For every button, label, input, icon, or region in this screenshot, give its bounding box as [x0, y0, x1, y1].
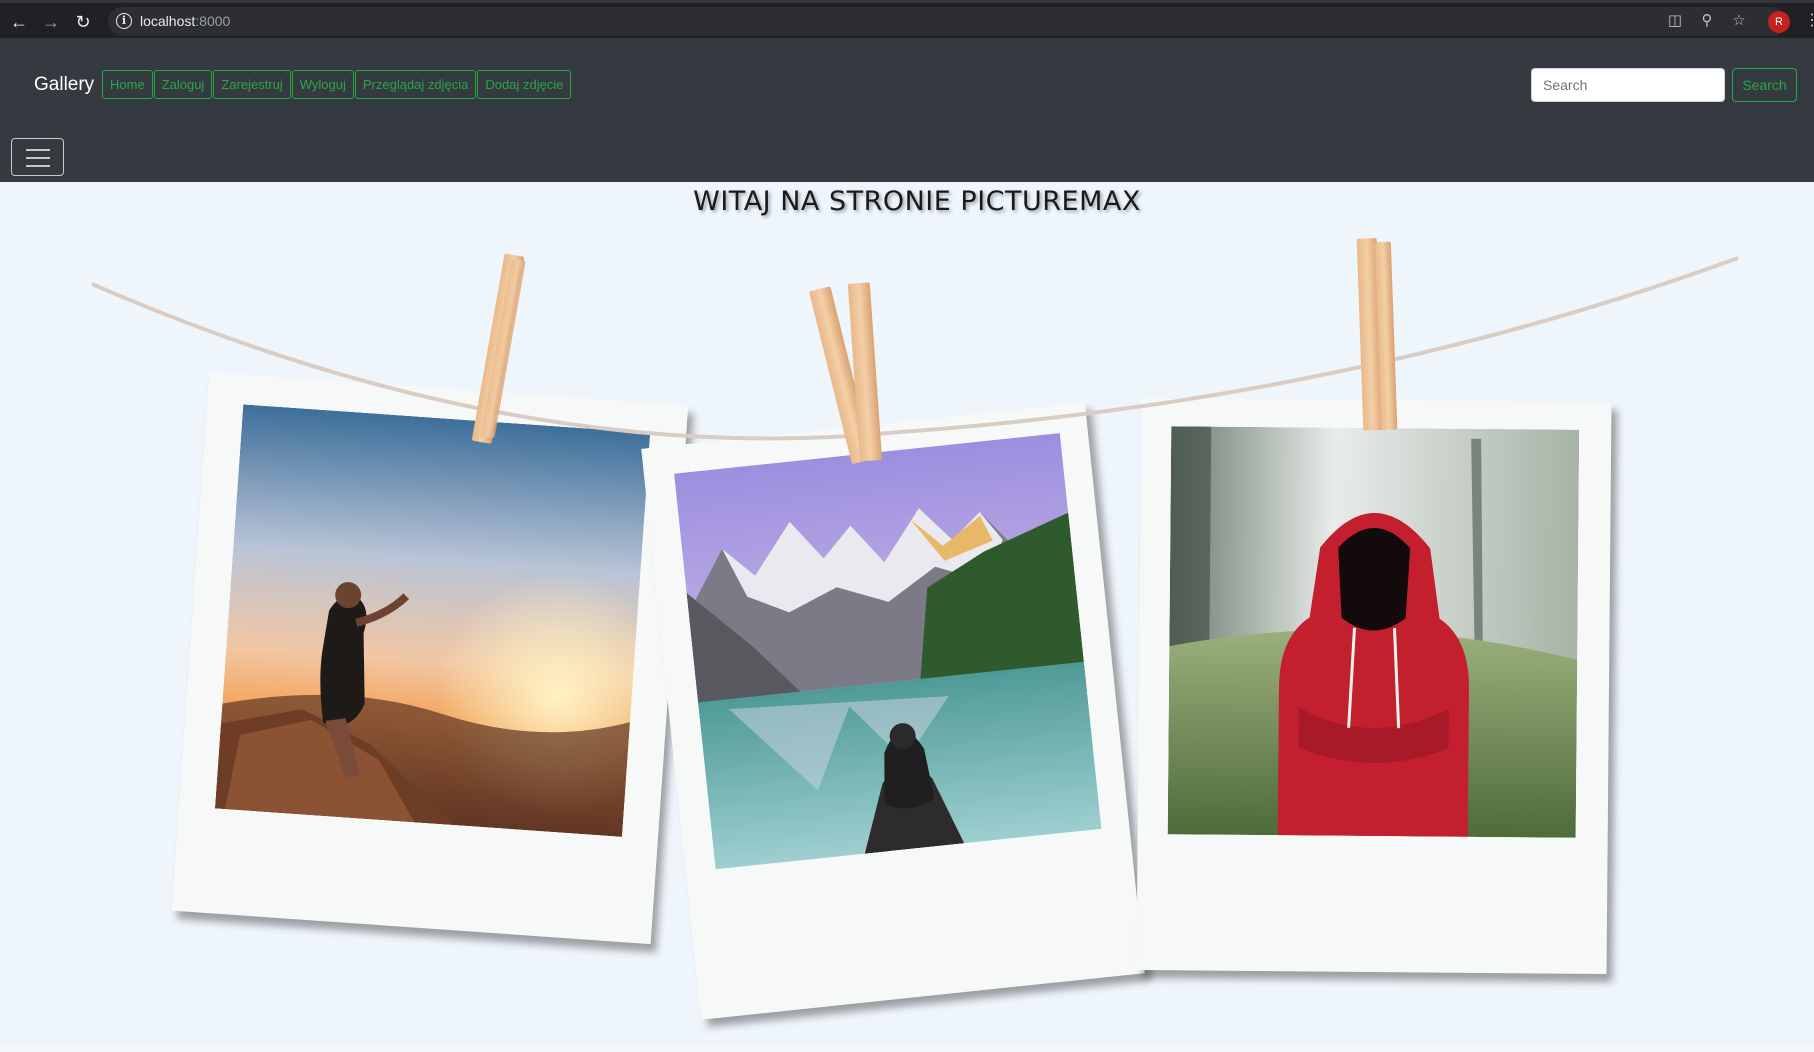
address-bar[interactable]: i localhost:8000	[108, 7, 1786, 36]
reload-icon[interactable]: ↻	[72, 11, 94, 33]
search-input[interactable]: Search	[1531, 68, 1725, 102]
browser-toolbar: ← → ↻ i localhost:8000 ◫ ⚲ ☆ R ⋮	[0, 0, 1814, 38]
hamburger-icon-line	[26, 165, 50, 167]
nav-home-button[interactable]: Home	[102, 70, 153, 99]
page-bottom	[0, 1044, 1814, 1052]
gallery-photo-card-3[interactable]	[1136, 397, 1612, 975]
app-navbar: Gallery Home Zaloguj Zarejestruj Wyloguj…	[0, 38, 1814, 182]
nav-logout-button[interactable]: Wyloguj	[291, 70, 354, 99]
hamburger-icon-line	[26, 157, 50, 159]
translate-icon[interactable]: ◫	[1665, 11, 1685, 31]
photo-sunset	[214, 404, 651, 837]
back-icon[interactable]: ←	[8, 11, 30, 33]
nav-register-button[interactable]: Zarejestruj	[213, 70, 291, 99]
nav-add-photo-button[interactable]: Dodaj zdjęcie	[477, 70, 572, 99]
photo-red-hoodie	[1167, 426, 1580, 838]
nav-browse-photos-button[interactable]: Przeglądaj zdjęcia	[354, 70, 477, 99]
nav-links: Home Zaloguj Zarejestruj Wyloguj Przeglą…	[102, 70, 572, 99]
photo-sunset-image	[214, 404, 651, 837]
url-text: localhost:8000	[140, 13, 231, 29]
navbar-toggler-button[interactable]	[11, 138, 64, 176]
bookmark-star-icon[interactable]: ☆	[1729, 11, 1749, 31]
brand-link[interactable]: Gallery	[34, 74, 94, 96]
hamburger-icon	[26, 149, 50, 151]
search-button[interactable]: Search	[1732, 68, 1797, 102]
photo-mountain-lake	[673, 433, 1102, 870]
nav-login-button[interactable]: Zaloguj	[153, 70, 213, 99]
photo-red-hoodie-image	[1167, 426, 1580, 838]
browser-menu-icon[interactable]: ⋮	[1804, 11, 1814, 31]
gallery-photo-card-2[interactable]	[641, 402, 1145, 1020]
zoom-icon[interactable]: ⚲	[1697, 11, 1717, 31]
photo-mountain-lake-image	[673, 433, 1102, 870]
clothespin-icon	[1353, 237, 1406, 431]
site-info-icon[interactable]: i	[116, 13, 132, 29]
gallery-photo-card-1[interactable]	[171, 371, 689, 945]
profile-avatar[interactable]: R	[1768, 11, 1790, 33]
forward-icon[interactable]: →	[40, 11, 62, 33]
page-title: WITAJ NA STRONIE PICTUREMAX	[693, 186, 1141, 217]
